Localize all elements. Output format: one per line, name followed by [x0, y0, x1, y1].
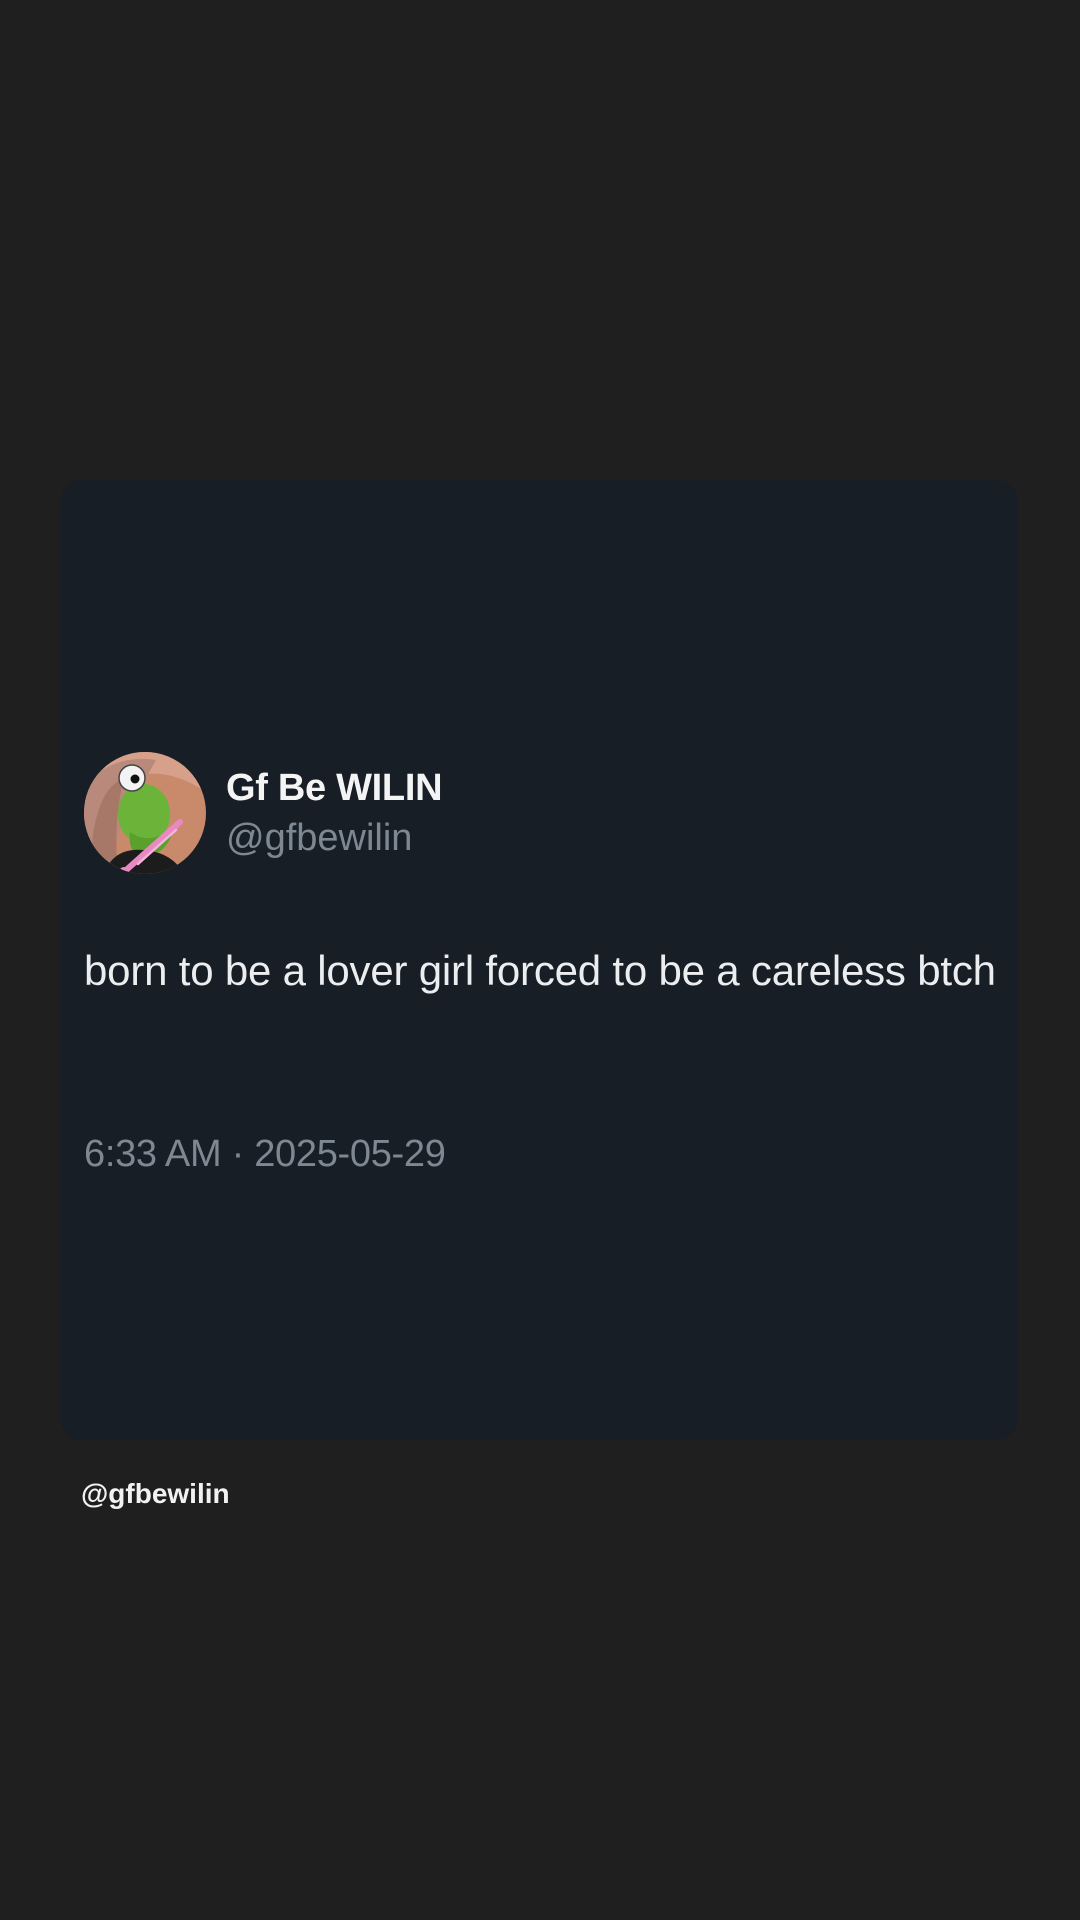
tweet-timestamp[interactable]: 6:33 AM · 2025-05-29: [84, 1130, 446, 1178]
user-info: Gf Be WILIN @gfbewilin: [226, 764, 443, 864]
avatar[interactable]: [84, 752, 206, 874]
tweet-card: Gf Be WILIN @gfbewilin born to be a love…: [60, 480, 1018, 1440]
watermark-handle: @gfbewilin: [81, 1478, 230, 1509]
display-name[interactable]: Gf Be WILIN: [226, 764, 443, 812]
kermit-avatar-icon: [84, 752, 206, 874]
tweet-text: born to be a lover girl forced to be a c…: [84, 947, 996, 994]
user-handle[interactable]: @gfbewilin: [226, 812, 442, 864]
tweet-header: Gf Be WILIN @gfbewilin: [84, 752, 443, 874]
